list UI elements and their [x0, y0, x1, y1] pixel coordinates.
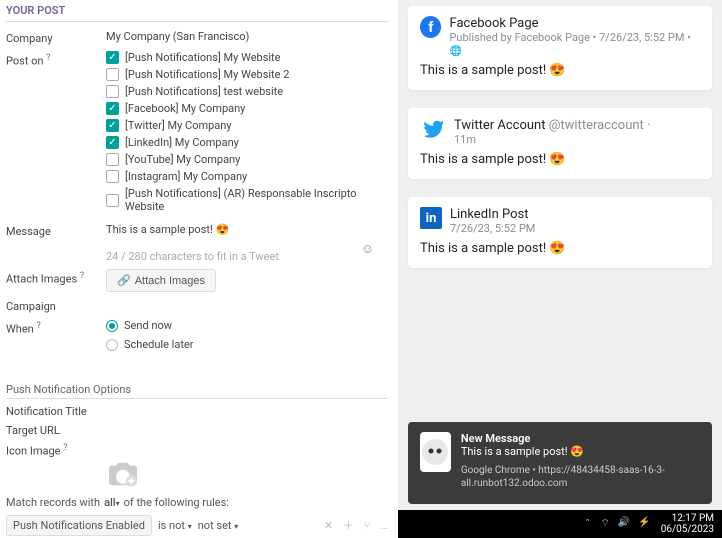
icon-image-upload[interactable]	[106, 460, 388, 488]
notification-body: This is a sample post! 😍	[461, 445, 700, 458]
battery-icon[interactable]: ⚡	[638, 517, 650, 532]
notification-avatar	[420, 432, 451, 472]
checkbox-icon[interactable]	[106, 68, 119, 81]
wifi-icon[interactable]: ⌔	[600, 517, 609, 532]
checkbox-icon[interactable]	[106, 85, 119, 98]
message-box[interactable]: This is a sample post! 😍 ☺ 24 / 280 char…	[106, 223, 388, 263]
attach-images-button[interactable]: 🔗Attach Images	[106, 269, 216, 292]
checkbox-icon[interactable]: ✓	[106, 102, 119, 115]
message-label: Message	[6, 223, 106, 263]
when-send-now[interactable]: Send now	[106, 319, 388, 332]
target-url-label[interactable]: Target URL	[6, 424, 388, 437]
bot-avatar-icon	[420, 437, 450, 467]
rule-field-select[interactable]: Push Notifications Enabled	[6, 515, 152, 536]
section-title: YOUR POST	[6, 4, 388, 22]
form-panel: YOUR POST Company My Company (San Franci…	[0, 0, 398, 538]
linkedin-title: LinkedIn Post	[450, 207, 535, 222]
twitter-icon	[420, 118, 446, 140]
icon-image-label: Icon Image ?	[6, 443, 388, 458]
channel-row[interactable]: ✓[Push Notifications] My Website	[106, 51, 388, 64]
company-value[interactable]: My Company (San Francisco)	[106, 30, 388, 45]
tray-chevron-icon[interactable]: ＾	[582, 517, 592, 532]
post-on-channels: ✓[Push Notifications] My Website [Push N…	[106, 51, 388, 217]
channel-row[interactable]: [Push Notifications] (AR) Responsable In…	[106, 187, 388, 213]
notification-source: Google Chrome • https://48434458-saas-16…	[461, 464, 700, 490]
checkbox-icon[interactable]	[106, 194, 119, 207]
channel-row[interactable]: ✓[LinkedIn] My Company	[106, 136, 388, 149]
globe-icon: 🌐	[449, 46, 461, 57]
campaign-label: Campaign	[6, 298, 106, 313]
rule-value-select[interactable]: not set ▾	[198, 519, 239, 532]
when-schedule-later[interactable]: Schedule later	[106, 338, 388, 351]
rule-operator-select[interactable]: is not ▾	[158, 519, 192, 532]
preview-panel: f Facebook Page Published by Facebook Pa…	[398, 0, 722, 538]
chevron-down-icon: ▾	[188, 522, 192, 531]
camera-plus-icon	[106, 460, 140, 488]
volume-icon[interactable]: 🔊	[618, 517, 630, 532]
twitter-preview-card: Twitter Account @twitteraccount · 11m Th…	[408, 108, 712, 179]
channel-row[interactable]: [Push Notifications] test website	[106, 85, 388, 98]
linkedin-body: This is a sample post! 😍	[420, 241, 700, 256]
add-rule-icon[interactable]: ＋	[343, 517, 354, 533]
company-label: Company	[6, 30, 106, 45]
facebook-title: Facebook Page	[449, 16, 700, 31]
char-count: 24 / 280 characters to fit in a Tweet	[106, 250, 388, 263]
radio-icon[interactable]	[106, 339, 118, 351]
checkbox-icon[interactable]: ✓	[106, 51, 119, 64]
push-notification-preview: New Message This is a sample post! 😍 Goo…	[408, 422, 712, 504]
filter-rule-row: Push Notifications Enabled is not ▾ not …	[6, 515, 388, 536]
message-text[interactable]: This is a sample post! 😍	[106, 223, 229, 236]
campaign-value[interactable]	[106, 298, 388, 313]
linkedin-icon: in	[420, 207, 442, 229]
channel-row[interactable]: [YouTube] My Company	[106, 153, 388, 166]
match-mode-select[interactable]: all▾	[104, 496, 120, 509]
paperclip-icon: 🔗	[117, 274, 131, 287]
more-rule-icon[interactable]: …	[381, 519, 388, 532]
twitter-body: This is a sample post! 😍	[420, 152, 700, 167]
facebook-icon: f	[420, 16, 441, 38]
push-section-title: Push Notification Options	[6, 383, 388, 399]
facebook-body: This is a sample post! 😍	[420, 63, 700, 78]
match-records-row: Match records with all▾ of the following…	[6, 496, 388, 509]
twitter-time: 11m	[454, 133, 650, 146]
channel-row[interactable]: ✓[Twitter] My Company	[106, 119, 388, 132]
taskbar: ＾ ⌔ 🔊 ⚡ 12:17 PM 06/05/2023	[398, 510, 722, 538]
channel-row[interactable]: [Instagram] My Company	[106, 170, 388, 183]
attach-images-label: Attach Images ?	[6, 269, 106, 292]
channel-row[interactable]: [Push Notifications] My Website 2	[106, 68, 388, 81]
checkbox-icon[interactable]	[106, 170, 119, 183]
notification-title: New Message	[461, 432, 700, 445]
delete-rule-icon[interactable]: ✕	[324, 519, 333, 532]
taskbar-clock[interactable]: 12:17 PM 06/05/2023	[661, 513, 714, 535]
checkbox-icon[interactable]: ✓	[106, 136, 119, 149]
emoji-picker-icon[interactable]: ☺	[361, 241, 374, 257]
radio-icon[interactable]	[106, 320, 118, 332]
linkedin-subtitle: 7/26/23, 5:52 PM	[450, 222, 535, 235]
checkbox-icon[interactable]: ✓	[106, 119, 119, 132]
chevron-down-icon: ▾	[116, 499, 120, 508]
notification-title-label[interactable]: Notification Title	[6, 405, 388, 418]
channel-row[interactable]: ✓[Facebook] My Company	[106, 102, 388, 115]
when-label: When ?	[6, 319, 106, 357]
post-on-label: Post on ?	[6, 51, 106, 217]
checkbox-icon[interactable]	[106, 153, 119, 166]
facebook-subtitle: Published by Facebook Page • 7/26/23, 5:…	[449, 31, 700, 57]
facebook-preview-card: f Facebook Page Published by Facebook Pa…	[408, 6, 712, 90]
linkedin-preview-card: in LinkedIn Post 7/26/23, 5:52 PM This i…	[408, 197, 712, 268]
branch-rule-icon[interactable]: ⑂	[364, 519, 371, 532]
chevron-down-icon: ▾	[234, 522, 238, 531]
twitter-title: Twitter Account @twitteraccount ·	[454, 118, 650, 133]
